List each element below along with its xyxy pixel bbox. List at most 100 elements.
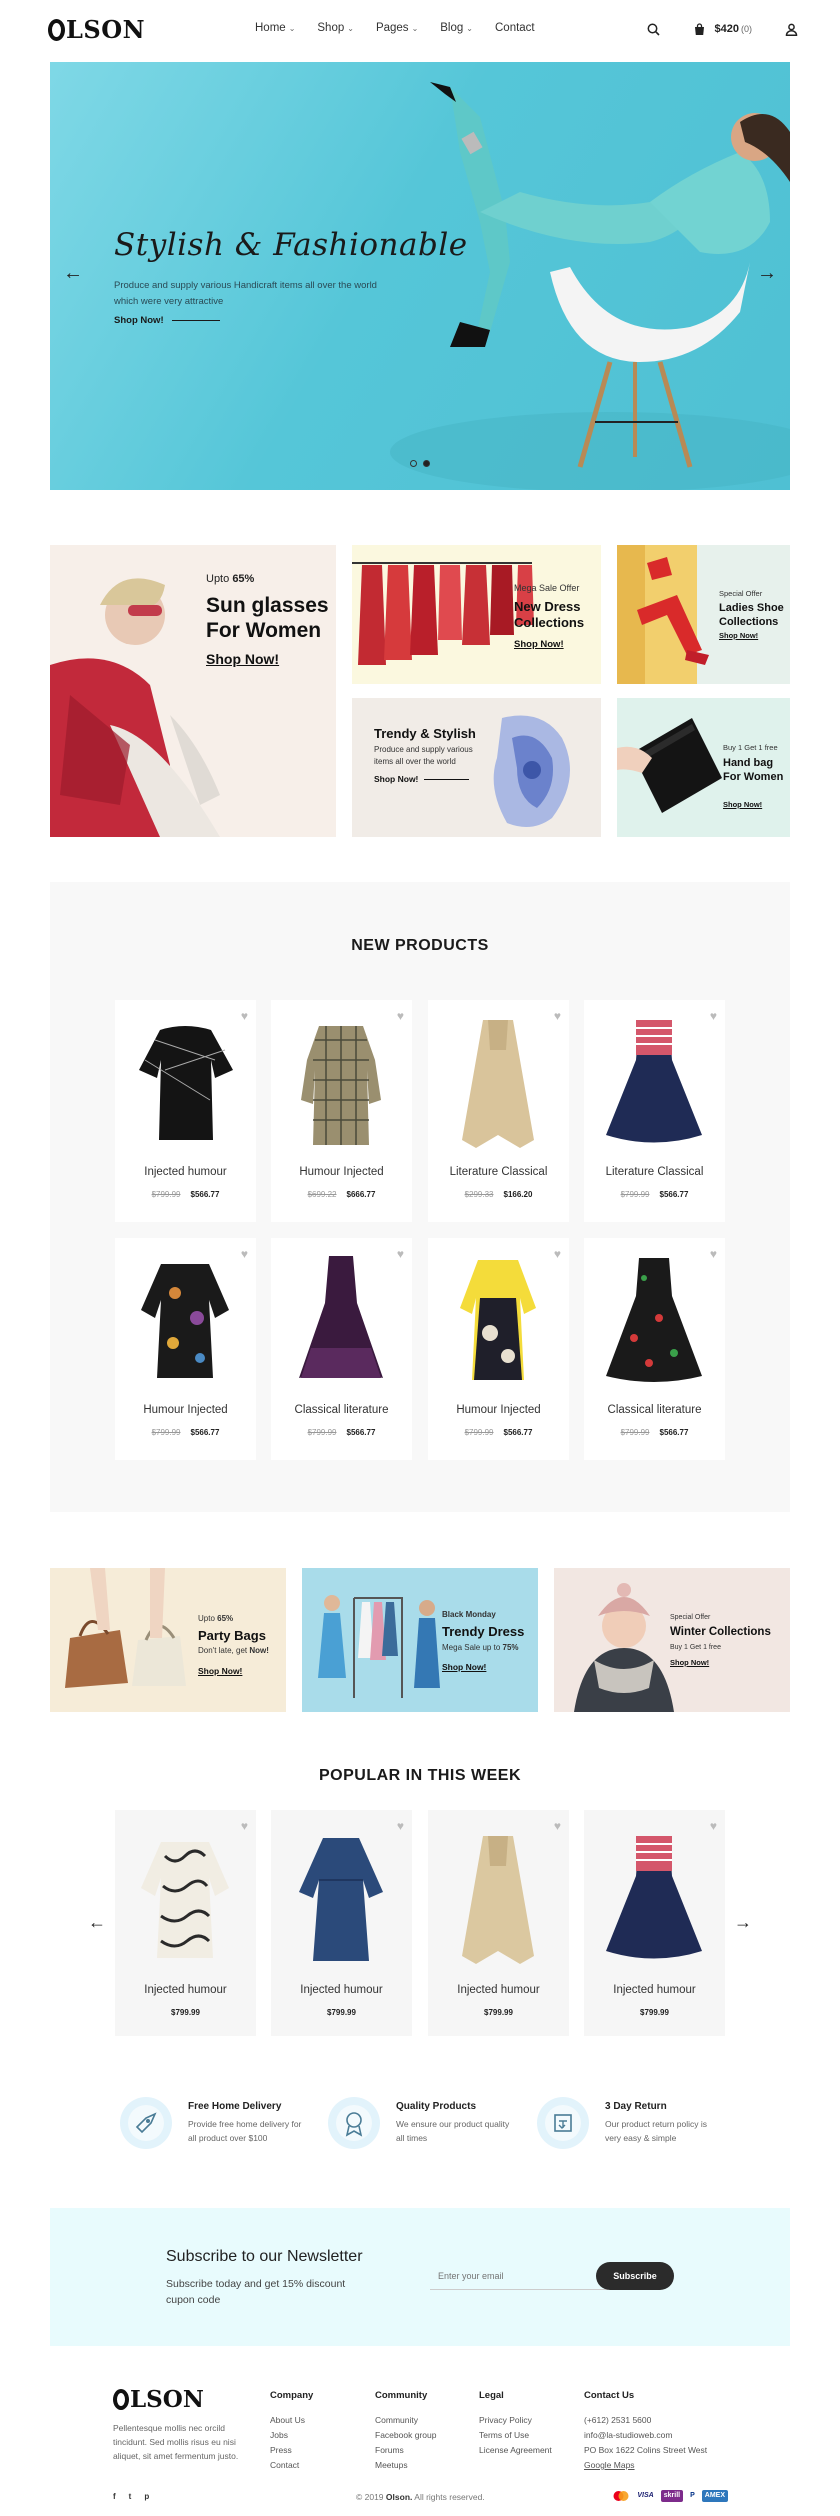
product-old-price: $799.99 <box>307 1428 337 1437</box>
cart-amount[interactable]: $420 <box>715 23 739 35</box>
popular-product-card[interactable]: ♥ Injected humour $799.99 <box>428 1810 569 2036</box>
heart-icon[interactable]: ♥ <box>397 1819 404 1833</box>
footer-col-contact: Contact Us (+612) 2531 5600 info@la-stud… <box>584 2390 707 2473</box>
footer-link[interactable]: Privacy Policy <box>479 2413 552 2428</box>
winter-shop-now-link[interactable]: Shop Now! <box>670 1658 709 1667</box>
cart-icon[interactable] <box>689 18 711 40</box>
heart-icon[interactable]: ♥ <box>554 1819 561 1833</box>
nav-shop[interactable]: Shop ⌄ <box>317 22 354 34</box>
handbag-shop-now-link[interactable]: Shop Now! <box>723 800 762 809</box>
product-card[interactable]: ♥ Classical literature $799.99 $566.77 <box>584 1238 725 1460</box>
hero-slider: ← → Stylish & Fashionable Produce and su… <box>50 62 790 490</box>
product-prices: $699.22 $666.77 <box>271 1190 412 1199</box>
footer-link[interactable]: Terms of Use <box>479 2428 552 2443</box>
product-card[interactable]: ♥ Literature Classical $299.33 $166.20 <box>428 1000 569 1222</box>
nav-blog[interactable]: Blog ⌄ <box>440 22 473 34</box>
nav-contact[interactable]: Contact <box>495 22 535 34</box>
heart-icon[interactable]: ♥ <box>710 1247 717 1261</box>
cart-count: (0) <box>741 24 752 34</box>
feature-free-delivery: Free Home Delivery Provide free home del… <box>120 2097 340 2157</box>
product-image <box>299 1838 383 1961</box>
promo-trendy-stylish[interactable]: Trendy & Stylish Produce and supply vari… <box>352 698 601 837</box>
return-icon <box>537 2097 589 2149</box>
product-card[interactable]: ♥ Literature Classical $799.99 $566.77 <box>584 1000 725 1222</box>
facebook-icon[interactable]: f <box>113 2492 116 2501</box>
popular-product-card[interactable]: ♥ Injected humour $799.99 <box>584 1810 725 2036</box>
footer-link[interactable]: Meetups <box>375 2458 436 2473</box>
product-old-price: $799.99 <box>464 1428 494 1437</box>
product-old-price: $699.22 <box>307 1190 337 1199</box>
dress-shop-now-link[interactable]: Shop Now! <box>514 639 564 650</box>
product-card[interactable]: ♥ Humour Injected $799.99 $566.77 <box>428 1238 569 1460</box>
nav-home[interactable]: Home ⌄ <box>255 22 295 34</box>
feature-quality-products: Quality Products We ensure our product q… <box>328 2097 548 2157</box>
header-actions: $420 (0) <box>643 18 802 40</box>
bags-shop-now-link[interactable]: Shop Now! <box>198 1666 242 1676</box>
footer-link[interactable]: Community <box>375 2413 436 2428</box>
heart-icon[interactable]: ♥ <box>241 1009 248 1023</box>
hero-shop-now-link[interactable]: Shop Now! <box>114 315 164 326</box>
footer-phone[interactable]: (+612) 2531 5600 <box>584 2413 707 2428</box>
shoe-shop-now-link[interactable]: Shop Now! <box>719 631 758 640</box>
product-price: $566.77 <box>346 1428 376 1437</box>
footer-logo[interactable]: LSON <box>113 2386 204 2413</box>
nav-pages[interactable]: Pages ⌄ <box>376 22 418 34</box>
trendy-dress-kicker: Black Monday <box>442 1610 496 1619</box>
product-card[interactable]: ♥ Humour Injected $699.22 $666.77 <box>271 1000 412 1222</box>
footer-google-maps-link[interactable]: Google Maps <box>584 2458 707 2473</box>
popular-prev-arrow-icon[interactable]: ← <box>88 1912 106 1933</box>
heart-icon[interactable]: ♥ <box>710 1819 717 1833</box>
footer-email[interactable]: info@la-studioweb.com <box>584 2428 707 2443</box>
promo-sunglasses[interactable]: Upto 65% Sun glasses For Women Shop Now! <box>50 545 336 837</box>
heart-icon[interactable]: ♥ <box>710 1009 717 1023</box>
footer-link[interactable]: Facebook group <box>375 2428 436 2443</box>
heart-icon[interactable]: ♥ <box>554 1247 561 1261</box>
search-icon[interactable] <box>643 18 665 40</box>
newsletter-email-input[interactable] <box>430 2262 608 2290</box>
product-old-price: $799.99 <box>620 1190 650 1199</box>
slide-dot-2[interactable] <box>423 460 430 467</box>
pinterest-icon[interactable]: p <box>144 2492 149 2501</box>
product-name: Injected humour <box>457 1984 540 1996</box>
heart-icon[interactable]: ♥ <box>241 1247 248 1261</box>
promo-hand-bag[interactable]: Buy 1 Get 1 free Hand bag For Women Shop… <box>617 698 790 837</box>
popular-next-arrow-icon[interactable]: → <box>734 1912 752 1933</box>
footer-link[interactable]: License Agreement <box>479 2443 552 2458</box>
heart-icon[interactable]: ♥ <box>241 1819 248 1833</box>
footer-link[interactable]: Forums <box>375 2443 436 2458</box>
feature-desc: We ensure our product quality all times <box>396 2119 510 2143</box>
hero-next-arrow-icon[interactable]: → <box>757 262 777 285</box>
heart-icon[interactable]: ♥ <box>554 1009 561 1023</box>
nav-home-label: Home <box>255 22 286 34</box>
product-card[interactable]: ♥ Humour Injected $799.99 $566.77 <box>115 1238 256 1460</box>
footer-link[interactable]: Contact <box>270 2458 313 2473</box>
slide-dot-1[interactable] <box>410 460 417 467</box>
footer-link[interactable]: Press <box>270 2443 313 2458</box>
trendy-shop-now-link[interactable]: Shop Now! <box>374 774 418 784</box>
popular-product-card[interactable]: ♥ Injected humour $799.99 <box>115 1810 256 2036</box>
heart-icon[interactable]: ♥ <box>397 1247 404 1261</box>
product-image <box>299 1256 383 1378</box>
product-prices: $799.99 $566.77 <box>115 1428 256 1437</box>
subscribe-button[interactable]: Subscribe <box>596 2262 674 2290</box>
footer-link[interactable]: Jobs <box>270 2428 313 2443</box>
twitter-icon[interactable]: t <box>129 2492 132 2501</box>
user-icon[interactable] <box>780 18 802 40</box>
hero-prev-arrow-icon[interactable]: ← <box>63 262 83 285</box>
sunglasses-shop-now-link[interactable]: Shop Now! <box>206 651 279 667</box>
product-card[interactable]: ♥ Classical literature $799.99 $566.77 <box>271 1238 412 1460</box>
banner-trendy-dress[interactable]: Black Monday Trendy Dress Mega Sale up t… <box>302 1568 538 1712</box>
amex-icon: AMEX <box>701 2490 728 2502</box>
promo-ladies-shoe[interactable]: Special Offer Ladies Shoe Collections Sh… <box>617 545 790 684</box>
trendy-dress-desc: Mega Sale up to 75% <box>442 1643 519 1652</box>
banner-party-bags[interactable]: Upto 65% Party Bags Don't late, get Now!… <box>50 1568 286 1712</box>
trendy-dress-shop-now-link[interactable]: Shop Now! <box>442 1662 486 1672</box>
logo[interactable]: LSON <box>48 15 145 44</box>
popular-product-card[interactable]: ♥ Injected humour $799.99 <box>271 1810 412 2036</box>
promo-dress-collections[interactable]: Mega Sale Offer New Dress Collections Sh… <box>352 545 601 684</box>
banner-winter-collections[interactable]: Special Offer Winter Collections Buy 1 G… <box>554 1568 790 1712</box>
footer-link[interactable]: About Us <box>270 2413 313 2428</box>
heart-icon[interactable]: ♥ <box>397 1009 404 1023</box>
product-card[interactable]: ♥ Injected humour $799.99 $566.77 <box>115 1000 256 1222</box>
hero-pagination <box>410 460 430 467</box>
